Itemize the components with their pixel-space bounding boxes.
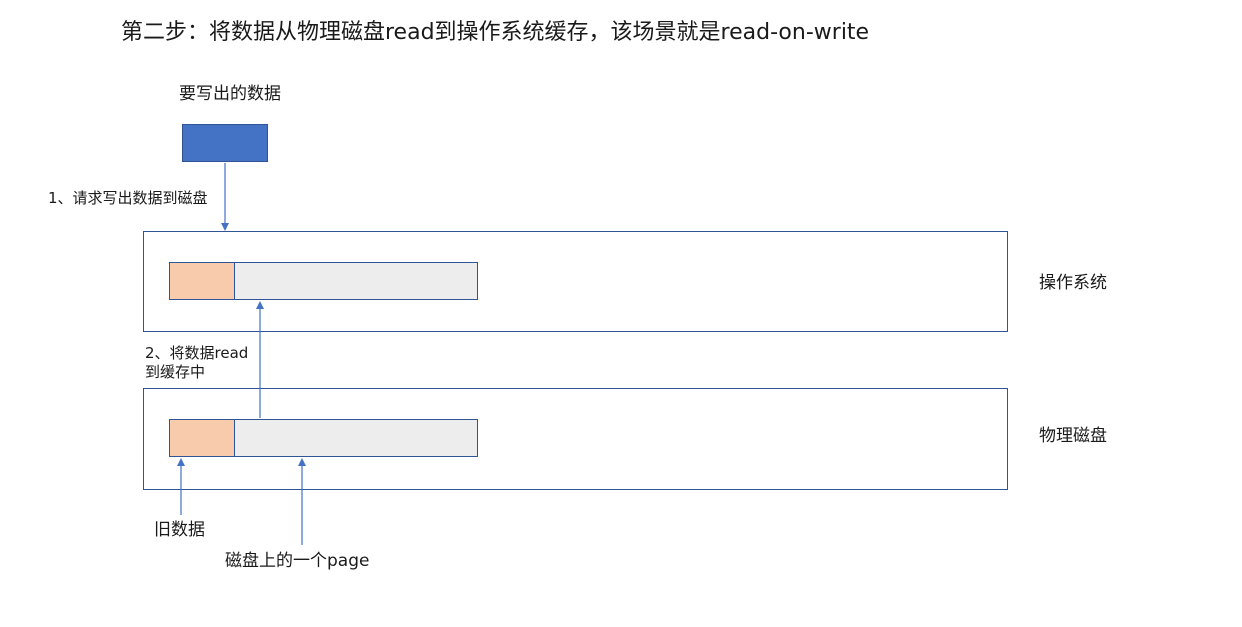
step2-label-line1: 2、将数据read [145,344,249,362]
data-to-write-label: 要写出的数据 [179,84,281,104]
disk-page [169,419,478,457]
disk-page-rest-cell [235,420,477,456]
old-data-label: 旧数据 [154,520,205,540]
disk-label: 物理磁盘 [1039,426,1107,446]
step2-label-line2: 到缓存中 [145,363,206,381]
os-cache-page [169,262,478,300]
page-label: 磁盘上的一个page [225,551,370,571]
os-cache-old-data-cell [170,263,235,299]
diagram-title: 第二步：将数据从物理磁盘read到操作系统缓存，该场景就是read-on-wri… [121,20,870,45]
os-label: 操作系统 [1039,273,1107,293]
disk-old-data-cell [170,420,235,456]
step1-label: 1、请求写出数据到磁盘 [48,189,208,207]
os-cache-rest-cell [235,263,477,299]
write-data-block [182,124,268,162]
